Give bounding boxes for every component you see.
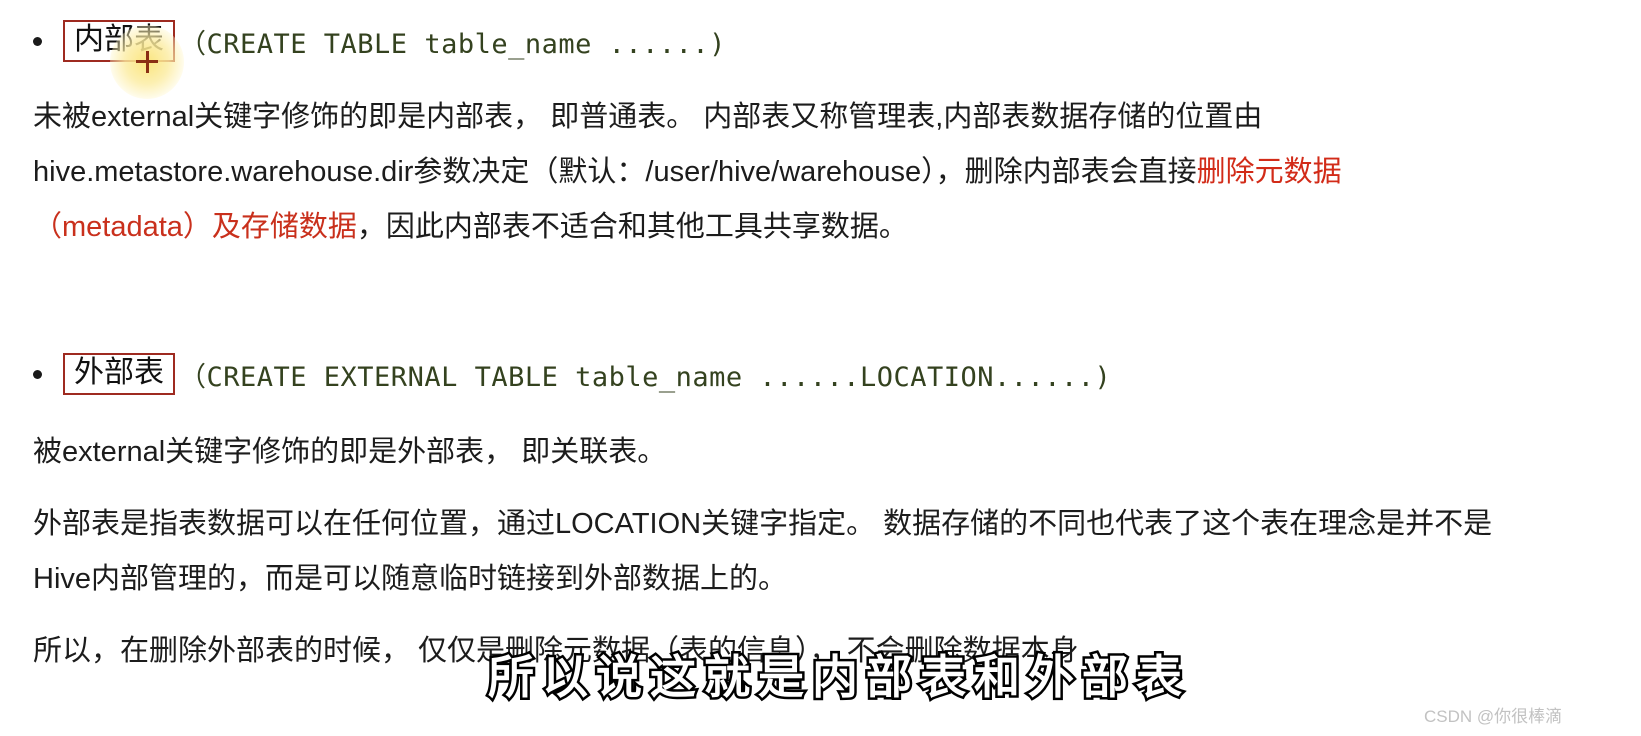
text-run: Hive内部管理的，而是可以随意临时链接到外部数据上的。: [33, 563, 788, 595]
bullet-marker-icon: [33, 36, 42, 46]
code-snippet-create-external-table: （CREATE EXTERNAL TABLE table_name ......…: [179, 361, 1112, 393]
text-run: ，因此内部表不适合和其他工具共享数据。: [356, 211, 908, 243]
text-run: 被external关键字修饰的即是外部表， 即关联表。: [33, 436, 667, 468]
text-run-highlight: （metadata）及存储数据: [33, 211, 357, 243]
boxed-term-internal-table[interactable]: 内部表: [63, 20, 175, 62]
bullet-row-internal-table: 内部表 （CREATE TABLE table_name ......): [33, 20, 726, 62]
paragraph-external-2-line-1: 外部表是指表数据可以在任何位置，通过LOCATION关键字指定。 数据存储的不同…: [33, 497, 1492, 552]
text-run: hive.metastore.warehouse.dir参数决定（默认：/use…: [33, 156, 1197, 188]
text-run-highlight: 删除元数据: [1196, 156, 1342, 188]
boxed-term-external-table[interactable]: 外部表: [63, 353, 175, 395]
code-snippet-create-table: （CREATE TABLE table_name ......): [179, 28, 726, 60]
screenshot-canvas: 内部表 （CREATE TABLE table_name ......) 未被e…: [0, 0, 1641, 736]
text-run: 外部表是指表数据可以在任何位置，通过LOCATION关键字指定。 数据存储的不同…: [33, 508, 1493, 540]
paragraph-internal-line-2: hive.metastore.warehouse.dir参数决定（默认：/use…: [33, 145, 1342, 200]
paragraph-external-1: 被external关键字修饰的即是外部表， 即关联表。: [33, 425, 666, 480]
paragraph-internal-line-3: （metadata）及存储数据，因此内部表不适合和其他工具共享数据。: [33, 200, 908, 255]
csdn-watermark: CSDN @你很棒滴: [1424, 707, 1563, 726]
bullet-marker-icon: [33, 369, 42, 379]
text-run: 未被external关键字修饰的即是内部表， 即普通表。 内部表又称管理表,内部…: [33, 101, 1263, 133]
video-subtitle-caption: 所以说这就是内部表和外部表: [486, 648, 1190, 707]
document-content: 内部表 （CREATE TABLE table_name ......) 未被e…: [0, 0, 1641, 736]
paragraph-external-2-line-2: Hive内部管理的，而是可以随意临时链接到外部数据上的。: [33, 552, 787, 607]
bullet-row-external-table: 外部表 （CREATE EXTERNAL TABLE table_name ..…: [33, 353, 1111, 395]
paragraph-internal-line-1: 未被external关键字修饰的即是内部表， 即普通表。 内部表又称管理表,内部…: [33, 90, 1262, 145]
